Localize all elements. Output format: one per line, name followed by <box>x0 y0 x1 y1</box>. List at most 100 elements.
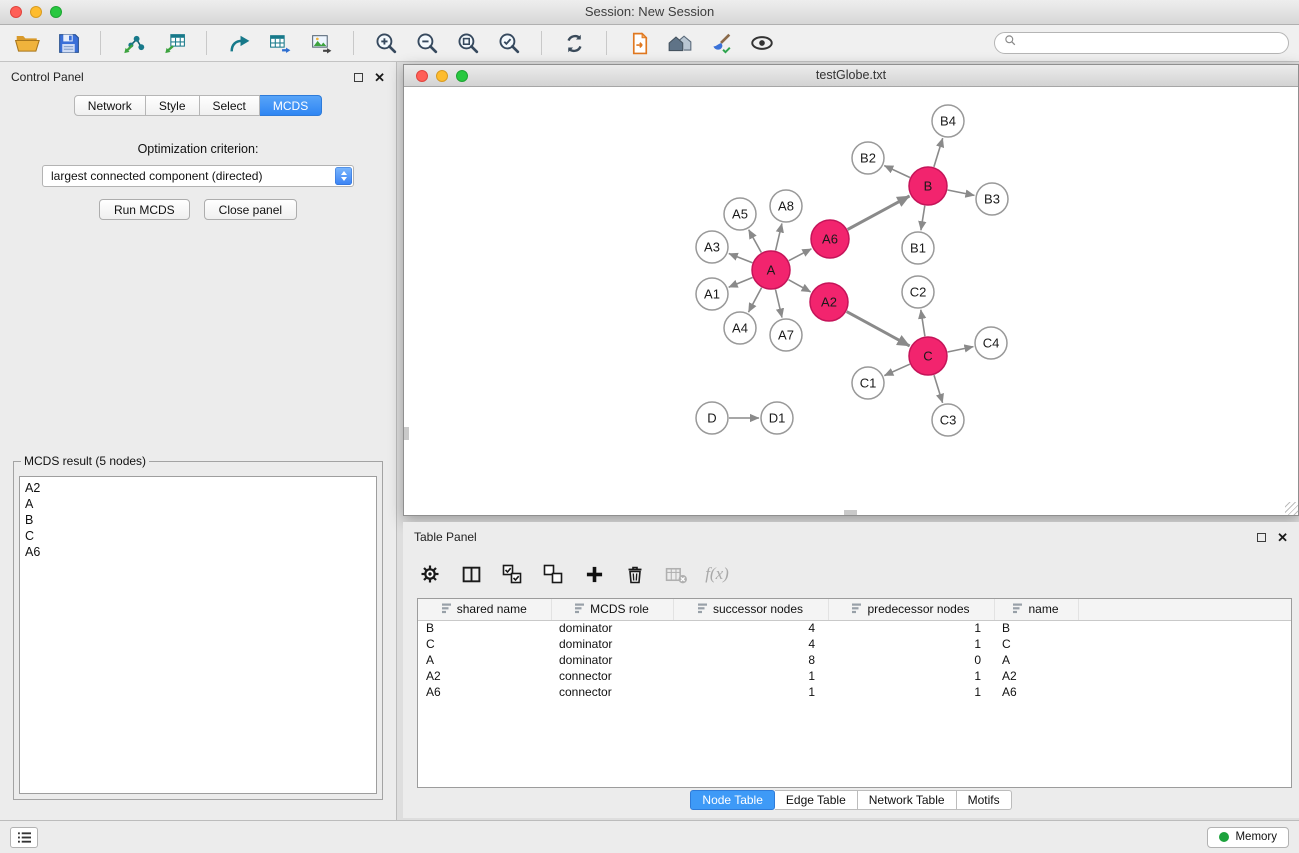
control-tab-mcds[interactable]: MCDS <box>260 95 322 116</box>
table-cell[interactable]: 1 <box>828 636 994 652</box>
control-tab-network[interactable]: Network <box>74 95 146 116</box>
import-table-icon[interactable] <box>157 28 191 58</box>
table-cell[interactable]: A <box>994 652 1078 668</box>
table-cell[interactable]: 1 <box>828 620 994 636</box>
graph-edge-C-C3[interactable] <box>934 375 943 403</box>
table-cell[interactable]: dominator <box>551 652 673 668</box>
column-header-shared-name[interactable]: shared name <box>418 599 551 620</box>
export-table-icon[interactable] <box>263 28 297 58</box>
graph-edge-C-C1[interactable] <box>884 364 909 375</box>
graph-node-A2[interactable]: A2 <box>810 283 848 321</box>
graph-node-A6[interactable]: A6 <box>811 220 849 258</box>
graph-node-A[interactable]: A <box>752 251 790 289</box>
table-cell[interactable]: 4 <box>673 636 828 652</box>
table-cell[interactable]: 0 <box>828 652 994 668</box>
table-cell[interactable]: A6 <box>418 684 551 700</box>
table-cell[interactable]: B <box>418 620 551 636</box>
network-canvas[interactable]: B4B2BB3A8A5A6A3B1AC2A1A2A4A7C4CC1C3DD1 <box>404 87 1298 515</box>
table-cell[interactable]: 4 <box>673 620 828 636</box>
graph-node-C1[interactable]: C1 <box>852 367 884 399</box>
graph-edge-A-A5[interactable] <box>749 230 762 253</box>
mcds-result-item[interactable]: B <box>25 512 371 528</box>
table-cell[interactable]: C <box>418 636 551 652</box>
table-tab-motifs[interactable]: Motifs <box>957 790 1012 810</box>
graph-edge-A2-C[interactable] <box>847 312 910 346</box>
minimize-window-button[interactable] <box>30 6 42 18</box>
table-cell[interactable]: 1 <box>828 668 994 684</box>
graph-node-D1[interactable]: D1 <box>761 402 793 434</box>
table-cell[interactable]: 8 <box>673 652 828 668</box>
graph-node-B2[interactable]: B2 <box>852 142 884 174</box>
table-cell[interactable]: dominator <box>551 620 673 636</box>
memory-button[interactable]: Memory <box>1207 827 1289 848</box>
mcds-result-item[interactable]: A2 <box>25 480 371 496</box>
select-all-checks-icon[interactable] <box>499 561 525 587</box>
graph-edge-A-A1[interactable] <box>729 278 753 288</box>
graph-node-C[interactable]: C <box>909 337 947 375</box>
settings-gear-icon[interactable] <box>417 561 443 587</box>
network-zoom-button[interactable] <box>456 70 468 82</box>
home-icon[interactable] <box>663 28 697 58</box>
mcds-result-item[interactable]: C <box>25 528 371 544</box>
clone-network-icon[interactable] <box>222 28 256 58</box>
column-header-mcds-role[interactable]: MCDS role <box>551 599 673 620</box>
graph-node-B1[interactable]: B1 <box>902 232 934 264</box>
save-session-icon[interactable] <box>51 28 85 58</box>
network-close-button[interactable] <box>416 70 428 82</box>
table-row[interactable]: A6connector11A6 <box>418 684 1291 700</box>
column-header-predecessor-nodes[interactable]: predecessor nodes <box>828 599 994 620</box>
graph-node-A5[interactable]: A5 <box>724 198 756 230</box>
page-document-icon[interactable] <box>622 28 656 58</box>
graph-edge-A6-B[interactable] <box>848 196 910 230</box>
style-brush-icon[interactable] <box>704 28 738 58</box>
table-cell[interactable]: A2 <box>994 668 1078 684</box>
graph-node-B3[interactable]: B3 <box>976 183 1008 215</box>
network-minimize-button[interactable] <box>436 70 448 82</box>
control-tab-style[interactable]: Style <box>146 95 200 116</box>
graph-node-D[interactable]: D <box>696 402 728 434</box>
mcds-result-item[interactable]: A6 <box>25 544 371 560</box>
close-window-button[interactable] <box>10 6 22 18</box>
close-panel-icon[interactable]: ✕ <box>374 71 385 84</box>
mcds-result-list[interactable]: A2ABCA6 <box>19 476 377 794</box>
criterion-dropdown[interactable]: largest connected component (directed) <box>42 165 354 187</box>
table-cell[interactable]: connector <box>551 684 673 700</box>
table-cell[interactable]: A6 <box>994 684 1078 700</box>
table-tab-network-table[interactable]: Network Table <box>858 790 957 810</box>
graph-node-A8[interactable]: A8 <box>770 190 802 222</box>
graph-edge-C-C4[interactable] <box>948 347 974 352</box>
table-row[interactable]: Adominator80A <box>418 652 1291 668</box>
search-box[interactable] <box>994 32 1289 54</box>
table-close-panel-icon[interactable]: ✕ <box>1277 531 1288 544</box>
table-row[interactable]: Bdominator41B <box>418 620 1291 636</box>
clear-all-checks-icon[interactable] <box>540 561 566 587</box>
apply-layout-icon[interactable] <box>557 28 591 58</box>
graph-edge-A-A2[interactable] <box>789 280 811 292</box>
zoom-selected-icon[interactable] <box>492 28 526 58</box>
column-selector-icon[interactable] <box>458 561 484 587</box>
graph-node-A3[interactable]: A3 <box>696 231 728 263</box>
graph-edge-A-A4[interactable] <box>749 288 762 313</box>
table-cell[interactable]: B <box>994 620 1078 636</box>
search-input[interactable] <box>1022 36 1279 50</box>
graph-node-C2[interactable]: C2 <box>902 276 934 308</box>
graph-edge-A-A7[interactable] <box>776 290 783 318</box>
control-tab-select[interactable]: Select <box>200 95 260 116</box>
table-tab-edge-table[interactable]: Edge Table <box>775 790 858 810</box>
add-row-icon[interactable] <box>581 561 607 587</box>
open-file-icon[interactable] <box>10 28 44 58</box>
table-row[interactable]: Cdominator41C <box>418 636 1291 652</box>
graph-node-B4[interactable]: B4 <box>932 105 964 137</box>
zoom-out-icon[interactable] <box>410 28 444 58</box>
status-menu-button[interactable] <box>10 827 38 848</box>
graph-node-A4[interactable]: A4 <box>724 312 756 344</box>
zoom-in-icon[interactable] <box>369 28 403 58</box>
table-cell[interactable]: dominator <box>551 636 673 652</box>
zoom-window-button[interactable] <box>50 6 62 18</box>
graph-edge-B-B2[interactable] <box>884 166 910 178</box>
column-header-successor-nodes[interactable]: successor nodes <box>673 599 828 620</box>
network-window-titlebar[interactable]: testGlobe.txt <box>404 65 1298 87</box>
run-mcds-button[interactable]: Run MCDS <box>99 199 190 220</box>
table-cell[interactable]: 1 <box>673 684 828 700</box>
table-cell[interactable]: connector <box>551 668 673 684</box>
